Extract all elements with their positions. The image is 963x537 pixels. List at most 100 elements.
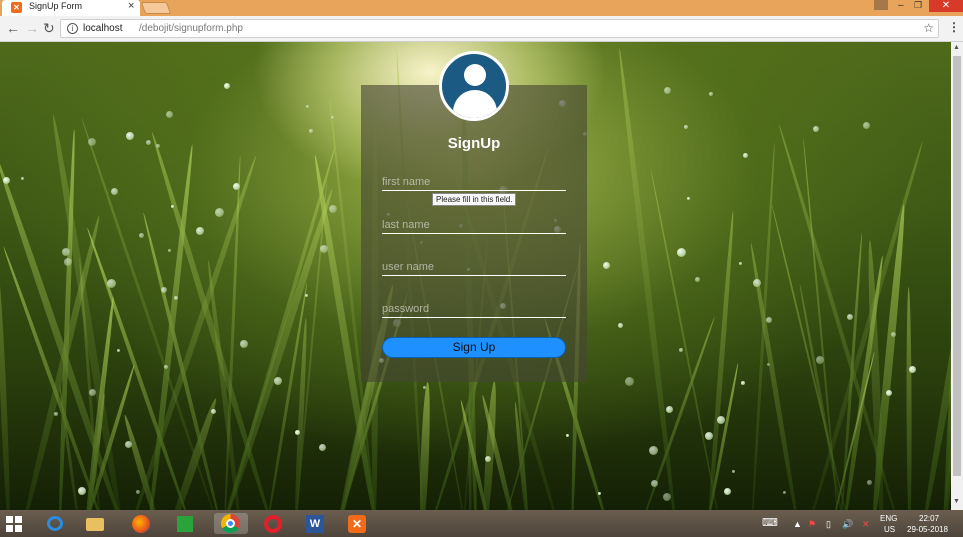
- new-tab-button[interactable]: [140, 2, 172, 14]
- browser-menu-icon[interactable]: ⋮: [948, 20, 960, 34]
- chrome-icon[interactable]: [214, 513, 248, 534]
- network-warning-icon[interactable]: ⚑: [808, 519, 816, 530]
- dew-drop: [705, 432, 713, 440]
- dew-drop: [813, 126, 819, 132]
- scroll-thumb[interactable]: [953, 56, 961, 476]
- scroll-down-icon[interactable]: ▼: [953, 498, 960, 505]
- dew-drop: [664, 87, 671, 94]
- dew-drop: [117, 349, 120, 352]
- dew-drop: [603, 262, 610, 269]
- title-bar: ✕ SignUp Form × – ❐ ✕: [0, 0, 963, 16]
- tab-signup-form[interactable]: ✕ SignUp Form ×: [2, 0, 140, 16]
- firefox-icon[interactable]: [130, 513, 152, 534]
- dew-drop: [240, 340, 248, 348]
- dew-drop: [847, 314, 853, 320]
- xampp-favicon-icon: ✕: [11, 2, 22, 13]
- dew-drop: [741, 381, 745, 385]
- dew-drop: [684, 125, 688, 129]
- dew-drop: [54, 412, 58, 416]
- url-path: /debojit/signupform.php: [139, 23, 243, 34]
- wifi-disconnected-icon[interactable]: ✕: [862, 519, 870, 530]
- internet-explorer-icon[interactable]: [44, 513, 66, 534]
- windows-start-icon[interactable]: [6, 516, 22, 532]
- dew-drop: [891, 332, 896, 337]
- grass-blade: [418, 381, 432, 510]
- keyboard-icon[interactable]: ⌨: [762, 516, 778, 529]
- xampp-icon[interactable]: ✕: [346, 513, 368, 534]
- close-window-button[interactable]: ✕: [929, 0, 963, 12]
- dew-drop: [78, 487, 86, 495]
- signup-button[interactable]: Sign Up: [382, 337, 566, 358]
- volume-icon[interactable]: 🔊: [842, 519, 853, 530]
- dew-drop: [618, 323, 623, 328]
- maximize-button[interactable]: ❐: [914, 0, 922, 11]
- dew-drop: [309, 129, 313, 133]
- opera-icon[interactable]: [262, 513, 284, 534]
- dew-drop: [709, 92, 713, 96]
- clock-time[interactable]: 22:07: [919, 514, 939, 523]
- dew-drop: [295, 430, 300, 435]
- dew-drop: [88, 138, 96, 146]
- scroll-up-icon[interactable]: ▲: [953, 44, 960, 51]
- dew-drop: [168, 249, 171, 252]
- dew-drop: [677, 248, 686, 257]
- dew-drop: [146, 140, 151, 145]
- dew-drop: [743, 153, 748, 158]
- dew-drop: [320, 245, 328, 253]
- dew-drop: [485, 456, 491, 462]
- page-scrollbar[interactable]: ▲ ▼: [951, 42, 963, 510]
- dew-drop: [174, 296, 178, 300]
- dew-drop: [753, 279, 761, 287]
- dew-drop: [679, 348, 683, 352]
- windows-taskbar: W ✕ ⌨ ▲ ⚑ ▯ 🔊 ✕ ENG US 22:07 29-05-2018: [0, 510, 963, 537]
- dew-drop: [196, 227, 204, 235]
- dew-drop: [139, 233, 144, 238]
- language-bottom[interactable]: US: [884, 525, 895, 534]
- dew-drop: [125, 441, 132, 448]
- battery-icon[interactable]: ▯: [826, 519, 831, 530]
- dew-drop: [136, 490, 140, 494]
- dew-drop: [305, 294, 308, 297]
- dew-drop: [687, 197, 690, 200]
- tab-close-button[interactable]: ×: [128, 0, 134, 12]
- address-bar[interactable]: i localhost /debojit/signupform.php ☆: [60, 19, 939, 38]
- dew-drop: [863, 122, 870, 129]
- word-icon[interactable]: W: [304, 513, 326, 534]
- dew-drop: [164, 365, 168, 369]
- dew-drop: [111, 188, 118, 195]
- dew-drop: [329, 205, 337, 213]
- forward-button[interactable]: →: [25, 20, 39, 36]
- back-button[interactable]: ←: [6, 20, 20, 36]
- user-name-field[interactable]: [382, 258, 566, 276]
- clock-date[interactable]: 29-05-2018: [907, 525, 948, 534]
- info-icon[interactable]: i: [67, 23, 78, 34]
- dew-drop: [909, 366, 916, 373]
- last-name-field[interactable]: [382, 216, 566, 234]
- store-icon[interactable]: [174, 513, 196, 534]
- profile-icon[interactable]: [874, 0, 888, 10]
- first-name-field[interactable]: [382, 173, 566, 191]
- file-explorer-icon[interactable]: [84, 513, 106, 534]
- bookmark-star-icon[interactable]: ☆: [923, 21, 934, 35]
- tab-title: SignUp Form: [29, 1, 83, 11]
- dew-drop: [166, 111, 173, 118]
- show-hidden-icons-icon[interactable]: ▲: [793, 519, 802, 529]
- grass-blade: [750, 142, 777, 510]
- dew-drop: [319, 444, 326, 451]
- dew-drop: [766, 317, 772, 323]
- dew-drop: [224, 83, 230, 89]
- dew-drop: [732, 470, 735, 473]
- grass-blade: [638, 316, 716, 510]
- password-field[interactable]: [382, 300, 566, 318]
- grass-blade: [906, 286, 912, 510]
- reload-button[interactable]: ↻: [43, 20, 55, 37]
- grass-blade: [0, 274, 12, 510]
- dew-drop: [598, 492, 601, 495]
- dew-drop: [161, 287, 167, 293]
- language-top[interactable]: ENG: [880, 514, 897, 523]
- minimize-button[interactable]: –: [898, 0, 904, 11]
- dew-drop: [423, 386, 426, 389]
- dew-drop: [783, 491, 786, 494]
- dew-drop: [649, 446, 658, 455]
- dew-drop: [274, 377, 282, 385]
